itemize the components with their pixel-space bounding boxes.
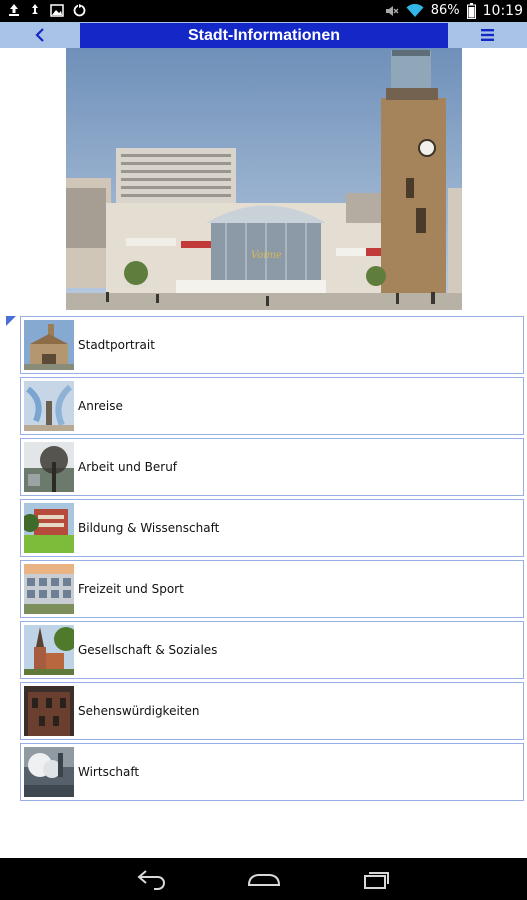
category-list: Stadtportrait Anreise Arbeit und Beruf B… [20,316,524,804]
nav-home-button[interactable] [246,868,282,894]
arena-thumbnail [24,564,74,614]
back-nav-icon [137,870,165,890]
list-item-label: Wirtschaft [78,765,140,779]
mute-icon [385,6,399,16]
church-photo [24,625,74,675]
list-corner-marker [6,316,16,326]
upload-icon [9,4,19,16]
list-item-gesellschaft-und-soziales[interactable]: Gesellschaft & Soziales [20,621,524,679]
station-thumbnail [24,320,74,370]
menu-button[interactable] [448,22,527,48]
industry-photo [24,747,74,797]
list-item-label: Bildung & Wissenschaft [78,521,220,535]
list-item-label: Sehenswürdigkeiten [78,704,200,718]
list-item-wirtschaft[interactable]: Wirtschaft [20,743,524,801]
recents-nav-icon [364,872,389,889]
status-bar: 86% 10:19 [0,0,527,22]
system-icons: 86% 10:19 [385,2,523,20]
castle-photo [24,686,74,736]
industry-thumbnail [24,747,74,797]
battery-percent: 86% [430,3,460,18]
usb-icon [32,4,38,14]
app-header: Stadt-Informationen [0,22,527,48]
notification-icons [8,3,86,17]
city-square-photo: Volme [66,48,462,310]
list-item-stadtportrait[interactable]: Stadtportrait [20,316,524,374]
system-nav-bar [0,858,527,900]
list-item-label: Anreise [78,399,123,413]
list-item-label: Gesellschaft & Soziales [78,643,218,657]
sculpture-thumbnail [24,381,74,431]
home-nav-icon [247,874,281,886]
wifi-icon [406,4,424,17]
list-item-anreise[interactable]: Anreise [20,377,524,435]
svg-text:Volme: Volme [251,250,282,261]
church-thumbnail [24,625,74,675]
list-item-sehenswuerdigkeiten[interactable]: Sehenswürdigkeiten [20,682,524,740]
list-item-arbeit-und-beruf[interactable]: Arbeit und Beruf [20,438,524,496]
chevron-left-icon [35,28,44,42]
tree-building-thumbnail [24,442,74,492]
image-icon [50,3,64,17]
arena-photo [24,564,74,614]
nav-back-button[interactable] [136,868,168,894]
page-title: Stadt-Informationen [80,23,448,48]
hamburger-menu-icon [481,29,494,41]
hero-image: Volme [66,48,462,310]
list-item-label: Stadtportrait [78,338,155,352]
list-item-label: Arbeit und Beruf [78,460,178,474]
station-photo [24,320,74,370]
back-button[interactable] [0,22,80,48]
sculpture-photo [24,381,74,431]
list-item-freizeit-und-sport[interactable]: Freizeit und Sport [20,560,524,618]
clock: 10:19 [482,3,523,19]
campus-photo [24,503,74,553]
sync-icon [73,3,86,16]
list-item-bildung-und-wissenschaft[interactable]: Bildung & Wissenschaft [20,499,524,557]
nav-recents-button[interactable] [362,868,392,894]
battery-icon [466,3,476,19]
list-item-label: Freizeit und Sport [78,582,184,596]
castle-thumbnail [24,686,74,736]
campus-thumbnail [24,503,74,553]
tree-building-photo [24,442,74,492]
